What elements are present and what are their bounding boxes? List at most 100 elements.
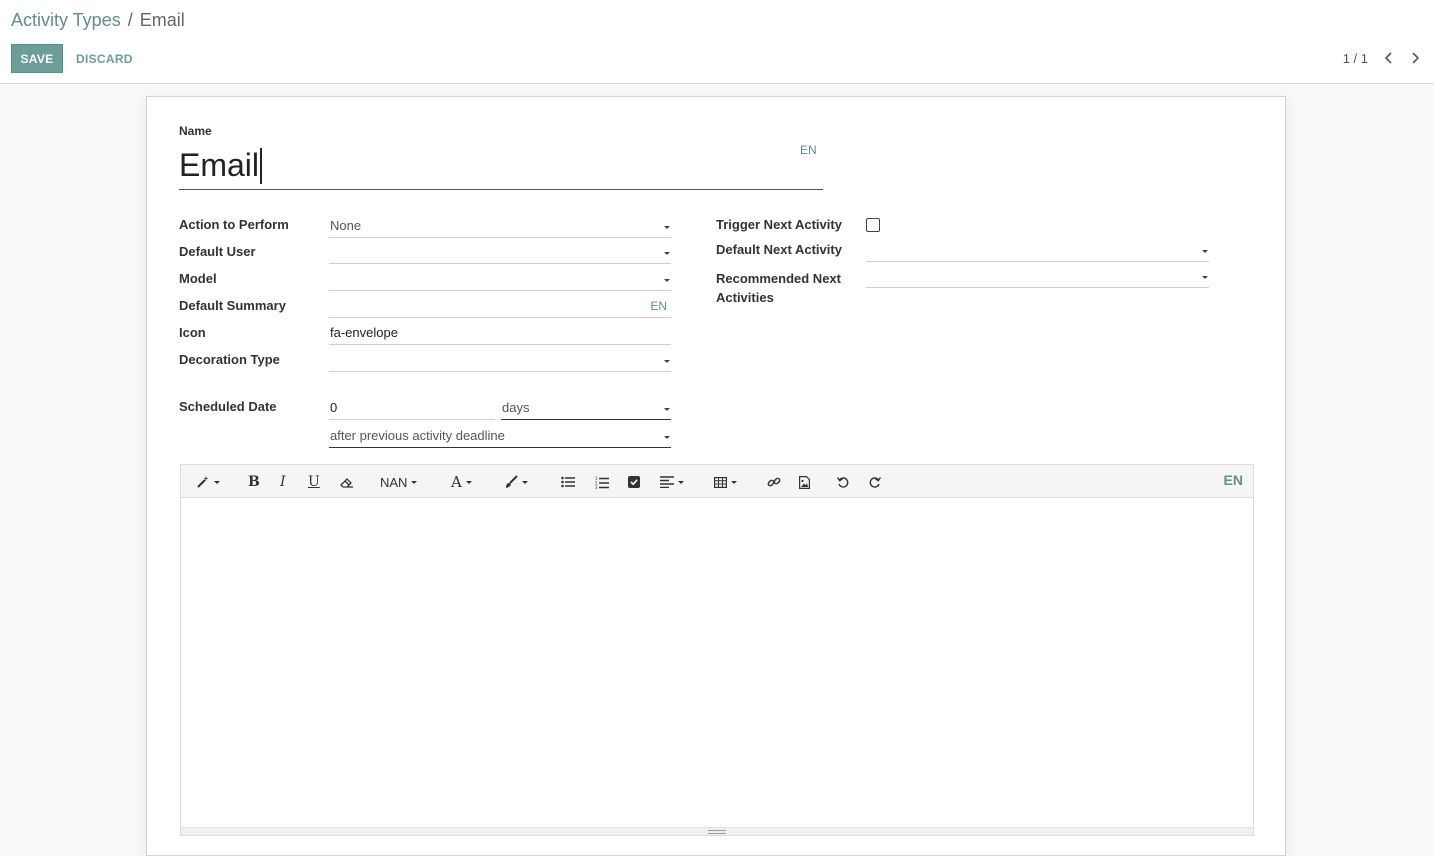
- svg-text:3: 3: [595, 485, 598, 489]
- name-translate-button[interactable]: EN: [800, 143, 817, 157]
- dropdown-caret-icon: [214, 480, 220, 484]
- dropdown-caret-icon: [678, 480, 684, 484]
- model-label: Model: [179, 271, 217, 286]
- redo-icon: [869, 477, 881, 488]
- dropdown-caret-icon: [522, 480, 528, 484]
- paragraph-align-dropdown[interactable]: [660, 472, 684, 492]
- dropdown-caret-icon: [411, 480, 418, 484]
- insert-link-button[interactable]: [767, 472, 781, 492]
- bold-icon: B: [248, 474, 260, 490]
- decoration-type-select[interactable]: [329, 348, 671, 372]
- paint-brush-icon: [506, 475, 518, 488]
- background-color-dropdown[interactable]: [504, 472, 528, 492]
- recommended-next-activities-label: Recommended Next Activities: [716, 271, 841, 305]
- scheduled-count-input[interactable]: 0: [329, 396, 495, 420]
- editor-resize-bar[interactable]: [181, 827, 1253, 835]
- default-summary-label: Default Summary: [179, 298, 286, 313]
- pager-next-button[interactable]: [1408, 48, 1424, 68]
- default-user-label: Default User: [179, 244, 256, 259]
- dropdown-caret-icon: [664, 435, 670, 439]
- decoration-type-label: Decoration Type: [179, 352, 280, 367]
- dropdown-caret-icon: [1202, 275, 1208, 279]
- scheduled-unit-select[interactable]: days: [501, 396, 671, 420]
- dropdown-caret-icon: [664, 278, 670, 282]
- underline-button[interactable]: U: [308, 472, 320, 492]
- dropdown-caret-icon: [664, 225, 670, 229]
- form-sheet: Name Email EN Action to Perform None Def…: [146, 96, 1286, 856]
- default-next-activity-select[interactable]: [866, 238, 1209, 262]
- align-left-icon: [660, 476, 674, 488]
- editor-toolbar: B I U NAN A 123 EN: [181, 465, 1253, 498]
- dropdown-caret-icon: [664, 407, 670, 411]
- scheduled-count-value: 0: [330, 400, 338, 415]
- dropdown-caret-icon: [465, 480, 472, 484]
- trigger-next-activity-label: Trigger Next Activity: [716, 217, 842, 232]
- insert-media-button[interactable]: [799, 472, 810, 492]
- breadcrumb-activity-types[interactable]: Activity Types: [11, 10, 121, 31]
- font-color-dropdown[interactable]: A: [451, 472, 472, 492]
- style-dropdown[interactable]: [196, 472, 220, 492]
- ordered-list-button[interactable]: 123: [595, 472, 609, 492]
- text-cursor: [260, 147, 262, 184]
- check-square-icon: [628, 476, 640, 488]
- underline-icon: U: [308, 474, 320, 490]
- trigger-next-activity-checkbox[interactable]: [866, 218, 880, 232]
- unordered-list-button[interactable]: [561, 472, 575, 492]
- discard-button[interactable]: DISCARD: [69, 44, 140, 73]
- breadcrumb: Activity Types / Email: [11, 10, 185, 31]
- clear-format-button[interactable]: [340, 472, 354, 492]
- file-image-icon: [799, 475, 810, 489]
- dropdown-caret-icon: [664, 251, 670, 255]
- editor-translate-button[interactable]: EN: [1224, 472, 1243, 488]
- summary-translate-button[interactable]: EN: [650, 299, 667, 313]
- icon-input[interactable]: fa-envelope: [329, 321, 671, 345]
- undo-button[interactable]: [837, 472, 849, 492]
- magic-wand-icon: [197, 476, 209, 488]
- editor-content-area[interactable]: [181, 499, 1253, 827]
- bold-button[interactable]: B: [248, 472, 260, 492]
- chevron-left-icon: [1384, 52, 1392, 64]
- checklist-button[interactable]: [628, 472, 640, 492]
- table-dropdown[interactable]: [714, 472, 737, 492]
- scheduled-from-select[interactable]: after previous activity deadline: [329, 424, 671, 448]
- icon-value: fa-envelope: [330, 325, 398, 340]
- name-label: Name: [179, 124, 212, 138]
- resize-grip-icon[interactable]: [708, 830, 726, 834]
- table-icon: [714, 476, 727, 488]
- eraser-icon: [340, 478, 353, 488]
- italic-button[interactable]: I: [280, 472, 286, 492]
- list-ul-icon: [561, 476, 575, 488]
- chevron-right-icon: [1412, 52, 1420, 64]
- scheduled-unit-value: days: [502, 400, 530, 415]
- html-editor: B I U NAN A 123 EN: [180, 464, 1254, 836]
- pager-value[interactable]: 1 / 1: [1343, 51, 1368, 66]
- control-panel: Activity Types / Email SAVE DISCARD 1 / …: [0, 0, 1434, 84]
- icon-label: Icon: [179, 325, 206, 340]
- recommended-next-activities-select[interactable]: [866, 264, 1209, 288]
- dropdown-caret-icon: [1202, 249, 1208, 253]
- action-to-perform-label: Action to Perform: [179, 217, 289, 232]
- link-icon: [767, 477, 781, 487]
- default-user-select[interactable]: [329, 240, 671, 264]
- italic-icon: I: [280, 474, 286, 490]
- dropdown-caret-icon: [731, 480, 737, 484]
- breadcrumb-current: Email: [139, 10, 185, 30]
- font-size-label: NAN: [380, 474, 408, 490]
- action-to-perform-value: None: [330, 218, 362, 233]
- font-color-icon: A: [451, 473, 462, 491]
- action-to-perform-select[interactable]: None: [329, 214, 671, 238]
- breadcrumb-separator: /: [127, 10, 133, 30]
- scheduled-from-value: after previous activity deadline: [330, 428, 505, 443]
- font-size-dropdown[interactable]: NAN: [380, 472, 418, 492]
- name-input[interactable]: Email: [179, 142, 823, 190]
- scheduled-date-label: Scheduled Date: [179, 399, 277, 414]
- dropdown-caret-icon: [664, 359, 670, 363]
- save-button[interactable]: SAVE: [11, 44, 63, 73]
- default-summary-input[interactable]: EN: [329, 294, 671, 318]
- model-select[interactable]: [329, 267, 671, 291]
- default-next-activity-label: Default Next Activity: [716, 242, 842, 257]
- pager-previous-button[interactable]: [1380, 48, 1396, 68]
- redo-button[interactable]: [869, 472, 881, 492]
- pager: 1 / 1: [1343, 48, 1424, 68]
- undo-icon: [837, 477, 849, 488]
